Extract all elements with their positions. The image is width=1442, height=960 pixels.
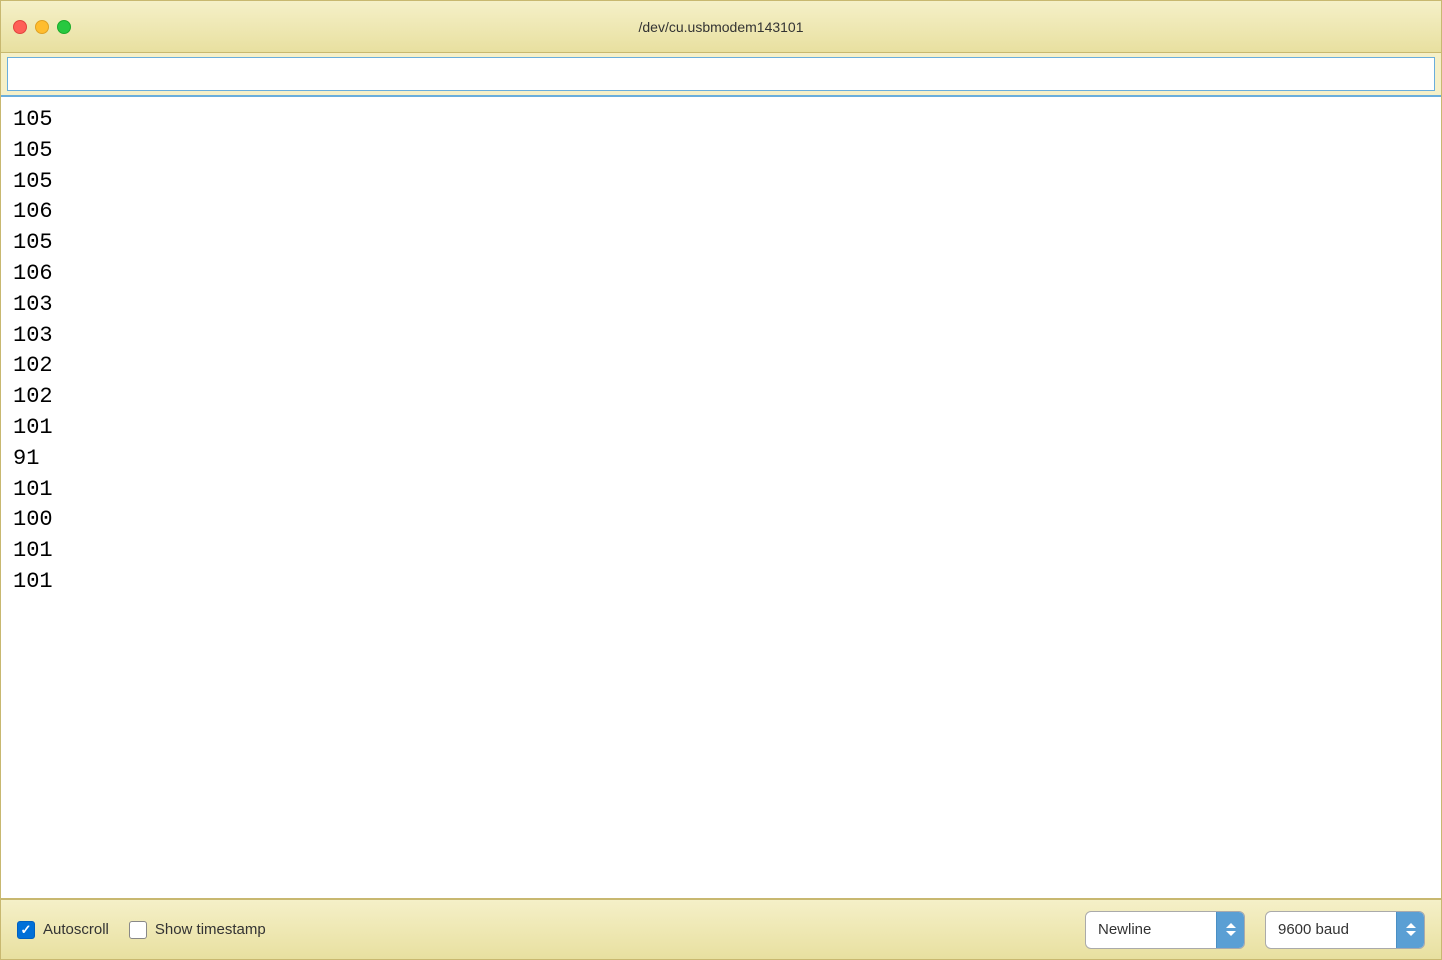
maximize-button[interactable] [57,20,71,34]
newline-arrow-up-icon [1226,923,1236,928]
show-timestamp-text: Show timestamp [155,921,266,938]
output-line: 105 [13,136,1429,167]
input-area [1,53,1441,97]
output-line: 101 [13,567,1429,598]
baud-select-text: 9600 baud [1266,915,1396,944]
newline-arrow-down-icon [1226,931,1236,936]
title-bar: /dev/cu.usbmodem143101 [1,1,1441,53]
minimize-button[interactable] [35,20,49,34]
command-input[interactable] [7,57,1435,91]
autoscroll-label[interactable]: Autoscroll [17,921,109,939]
output-line: 101 [13,475,1429,506]
output-line: 103 [13,321,1429,352]
newline-select-text: Newline [1086,915,1216,944]
show-timestamp-checkbox[interactable] [129,921,147,939]
output-line: 106 [13,197,1429,228]
autoscroll-text: Autoscroll [43,921,109,938]
baud-arrow-down-icon [1406,931,1416,936]
serial-output: 1051051051061051061031031021021019110110… [1,97,1441,899]
newline-select-container[interactable]: Newline [1085,911,1245,949]
output-line: 105 [13,105,1429,136]
output-line: 91 [13,444,1429,475]
show-timestamp-label[interactable]: Show timestamp [129,921,266,939]
window-title: /dev/cu.usbmodem143101 [639,19,804,35]
newline-select-button[interactable] [1216,912,1244,948]
output-line: 103 [13,290,1429,321]
output-line: 105 [13,228,1429,259]
output-line: 101 [13,413,1429,444]
baud-select-container[interactable]: 9600 baud [1265,911,1425,949]
close-button[interactable] [13,20,27,34]
baud-select-button[interactable] [1396,912,1424,948]
baud-arrow-up-icon [1406,923,1416,928]
toolbar: Autoscroll Show timestamp Newline 9600 b… [1,899,1441,959]
output-line: 102 [13,382,1429,413]
autoscroll-checkbox[interactable] [17,921,35,939]
main-window: /dev/cu.usbmodem143101 10510510510610510… [0,0,1442,960]
output-line: 105 [13,167,1429,198]
output-line: 100 [13,505,1429,536]
output-line: 102 [13,351,1429,382]
output-line: 106 [13,259,1429,290]
output-line: 101 [13,536,1429,567]
traffic-lights [13,20,71,34]
